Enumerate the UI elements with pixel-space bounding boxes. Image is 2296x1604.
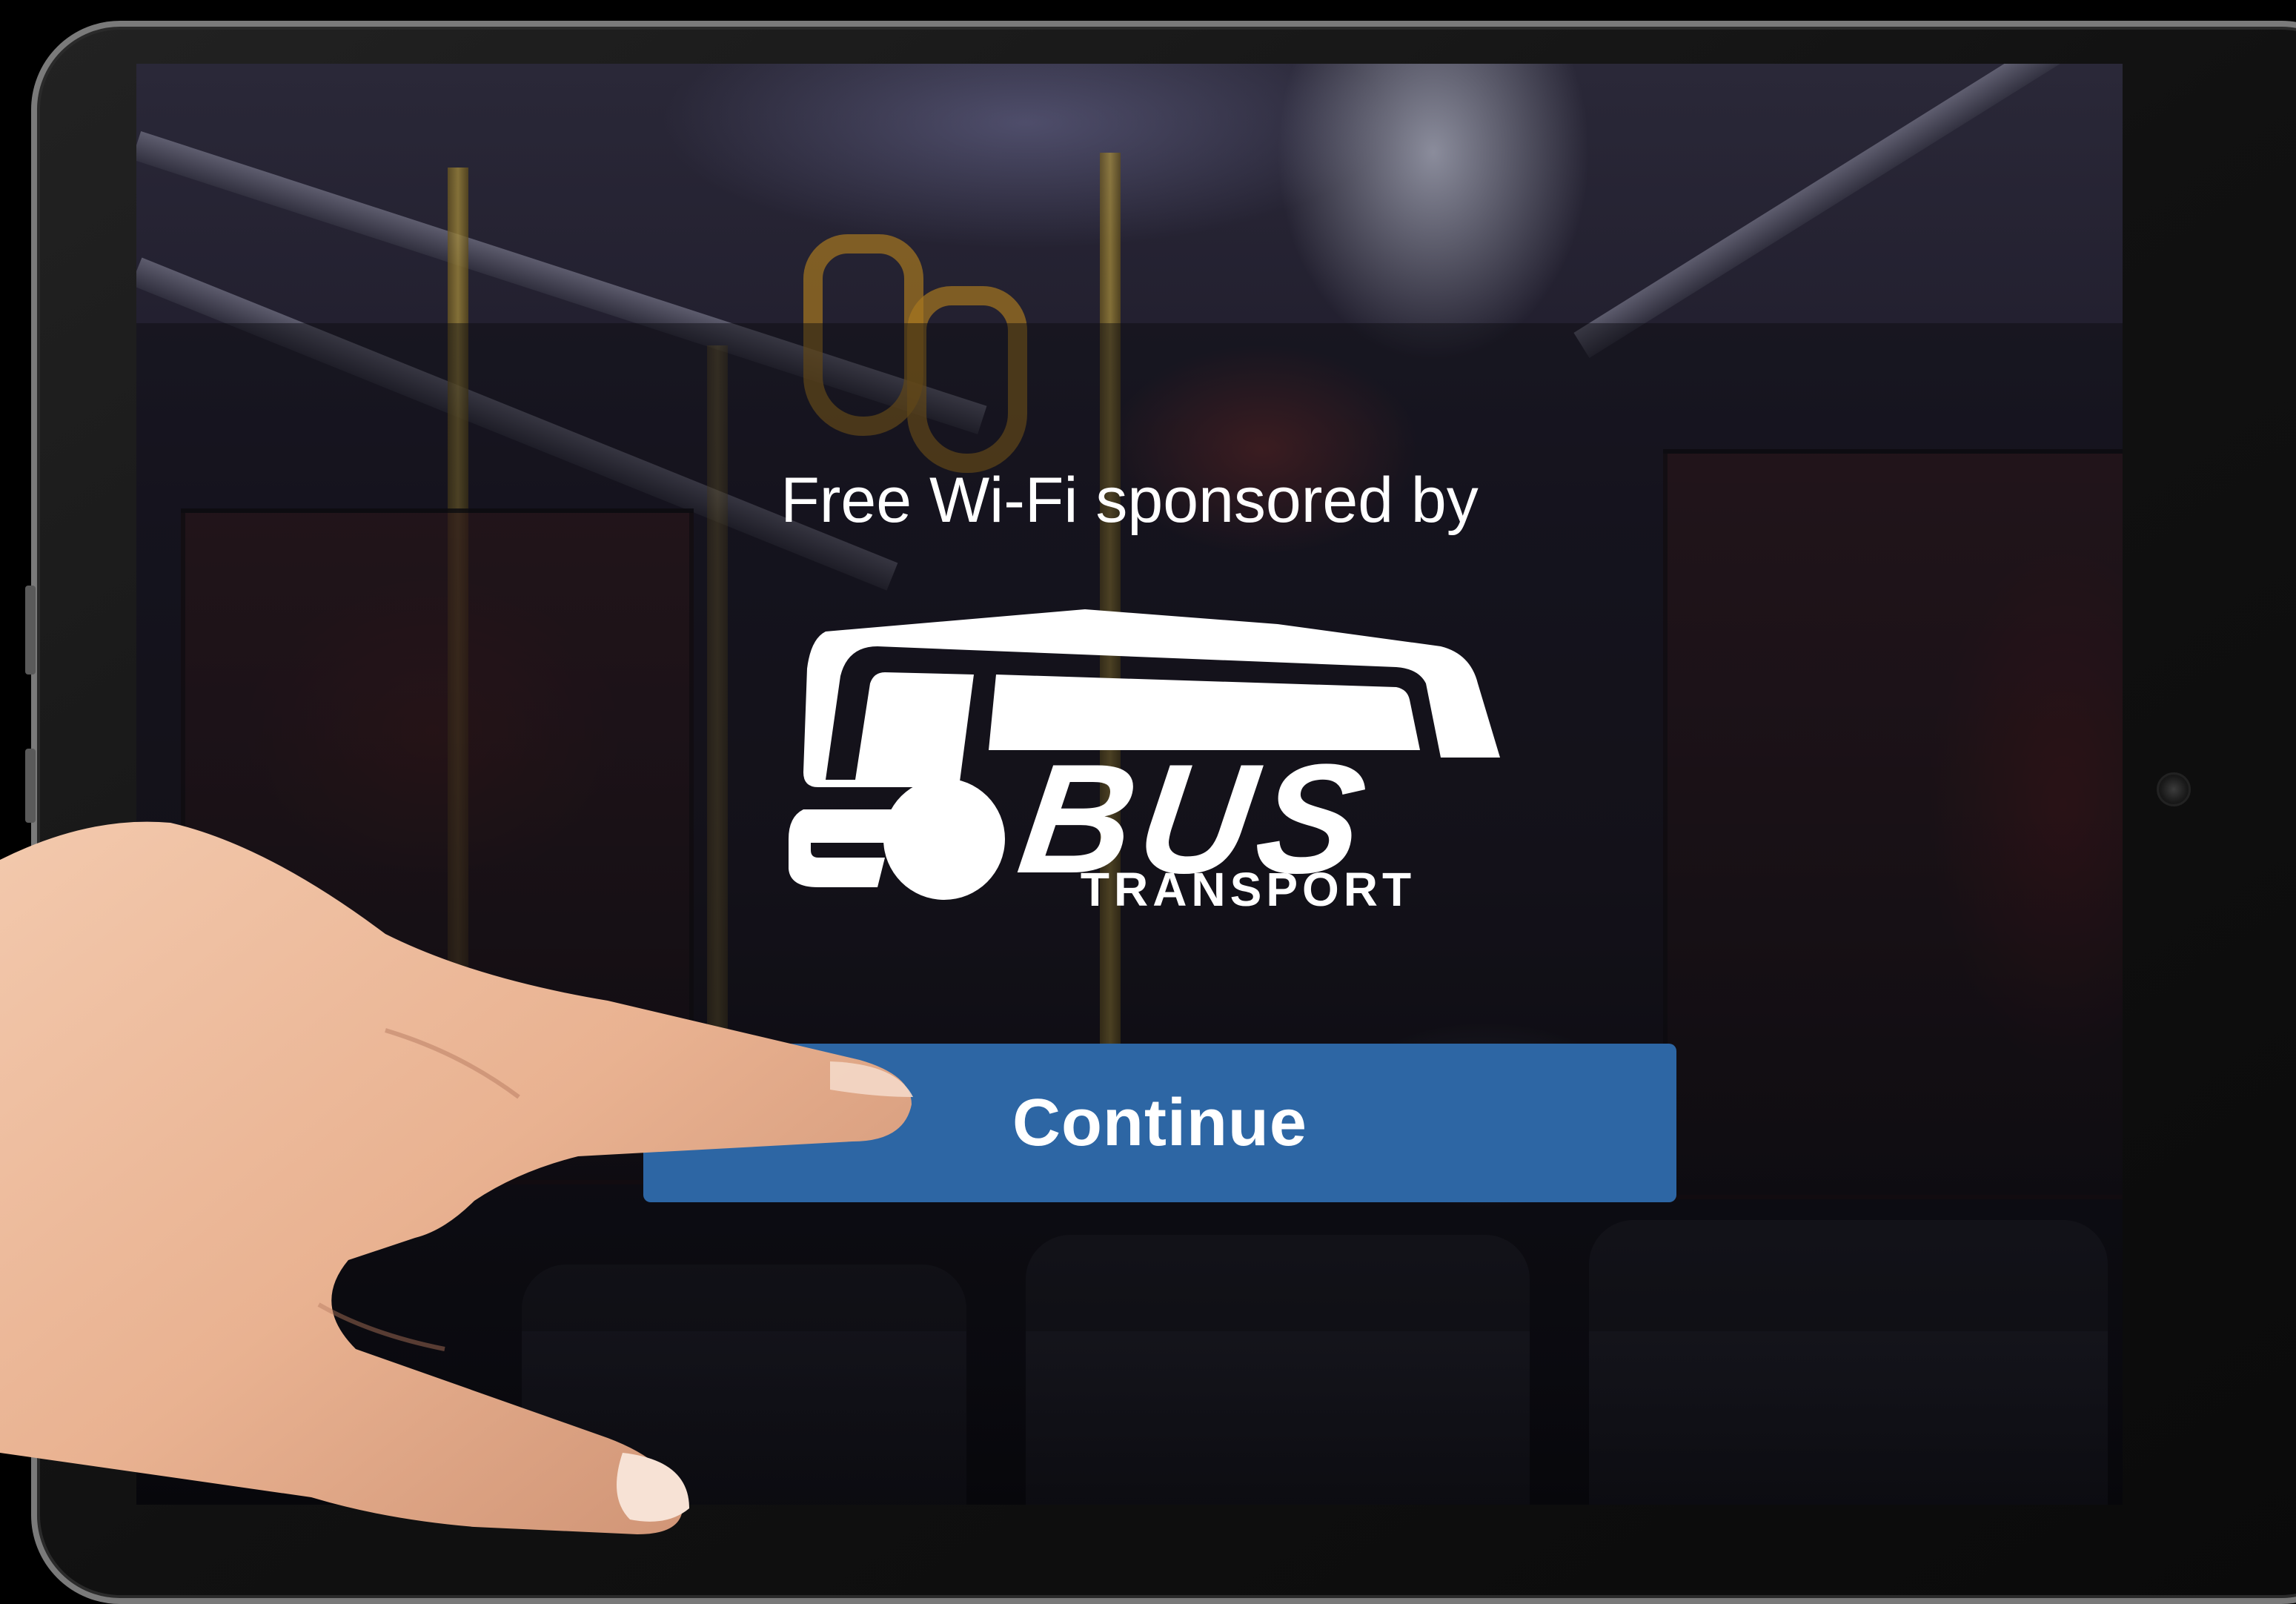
front-camera [2157,772,2191,806]
volume-button [25,586,36,675]
sponsor-headline: Free Wi-Fi sponsored by [780,465,1479,536]
ceiling-rail [1573,64,2123,358]
logo-subtitle: TRANSPORT [1081,863,1416,916]
pointing-hand [0,821,913,1534]
